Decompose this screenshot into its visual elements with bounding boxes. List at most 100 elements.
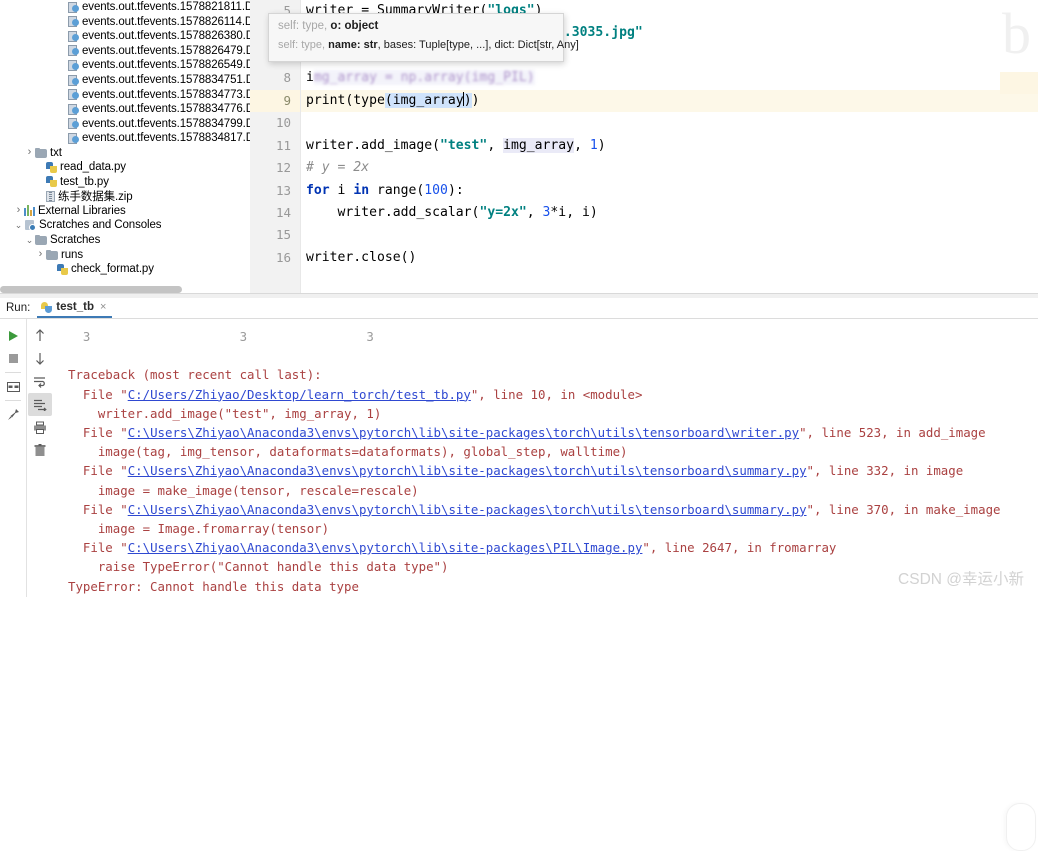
print-icon[interactable] [28,416,52,439]
tree-item-label: External Libraries [38,204,126,217]
tree-item[interactable]: › External Libraries [0,204,250,219]
restore-layout-button[interactable] [1,375,25,398]
console-line: 3 3 3 [68,327,1038,346]
code-line-9[interactable]: print(type(img_array)) [301,89,1038,113]
console-output[interactable]: 3 3 3 Traceback (most recent call last):… [52,319,1038,597]
console-text: File " [68,501,128,517]
code-line-8[interactable]: img_array = np.array(img_PIL) [301,67,1038,89]
tooltip-row-1-prefix: self: type, [278,20,328,32]
up-stack-trace-icon[interactable] [28,324,52,347]
tree-item[interactable]: events.out.tfevents.1578826479.DESKTOP-8… [0,44,250,59]
tree-item-label: events.out.tfevents.1578834751.DESKTOP-8… [82,74,250,86]
code-line-10[interactable] [301,112,1038,134]
tree-item-label: events.out.tfevents.1578821811.DESKTOP-8… [82,1,250,14]
console-file-link[interactable]: C:\Users\Zhiyao\Anaconda3\envs\pytorch\l… [128,540,643,555]
tree-item[interactable]: events.out.tfevents.1578834776.DESKTOP-8… [0,102,250,117]
run-toolbar-primary[interactable] [0,319,26,597]
console-text: File " [68,425,128,441]
chevron-twisty-icon[interactable]: › [35,249,46,260]
rerun-button[interactable] [1,324,25,347]
scratches-icon [24,219,36,231]
soft-wrap-icon[interactable] [28,370,52,393]
code-line-15[interactable] [301,224,1038,246]
console-line: writer.add_image("test", img_array, 1) [68,404,1038,423]
tree-item[interactable]: ⌄ Scratches [0,233,250,248]
close-icon[interactable]: × [100,301,106,313]
tree-item[interactable]: check_format.py [0,262,250,277]
chevron-twisty-icon[interactable]: › [24,147,35,158]
tree-item[interactable]: events.out.tfevents.1578826549.DESKTOP-8… [0,58,250,73]
chevron-twisty-icon[interactable]: › [13,205,24,216]
tfevents-file-icon [68,59,79,71]
tfevents-file-icon [68,30,79,42]
console-file-link[interactable]: C:\Users\Zhiyao\Anaconda3\envs\pytorch\l… [128,463,807,478]
code-line-16[interactable]: writer.close() [301,247,1038,269]
tfevents-file-icon [68,89,79,101]
tree-item[interactable]: events.out.tfevents.1578834751.DESKTOP-8… [0,73,250,88]
console-file-link[interactable]: C:/Users/Zhiyao/Desktop/learn_torch/test… [128,387,471,402]
tree-item[interactable]: events.out.tfevents.1578821811.DESKTOP-8… [0,0,250,15]
rounded-watermark-shape [1006,803,1036,851]
code-line-13[interactable]: for i in range(100): [301,180,1038,202]
clear-all-trash-icon[interactable] [28,439,52,462]
tree-item-label: read_data.py [60,161,126,174]
console-file-link[interactable]: C:\Users\Zhiyao\Anaconda3\envs\pytorch\l… [128,425,799,440]
tree-item-label: events.out.tfevents.1578834776.DESKTOP-8… [82,103,250,116]
tree-item-label: Scratches [50,234,101,247]
tree-item[interactable]: test_tb.py [0,175,250,190]
project-tree-horizontal-scrollbar[interactable] [0,286,182,293]
down-stack-trace-icon[interactable] [28,347,52,370]
tree-item[interactable]: events.out.tfevents.1578834799.DESKTOP-8… [0,116,250,131]
code-editor[interactable]: 5678910111213141516 writer = SummaryWrit… [250,0,1038,297]
chevron-twisty-icon[interactable]: ⌄ [13,220,24,230]
run-tab-label: test_tb [56,301,94,313]
tree-item[interactable]: ⌄ Scratches and Consoles [0,218,250,233]
console-line: TypeError: Cannot handle this data type [68,577,1038,596]
console-line: raise TypeError("Cannot handle this data… [68,557,1038,576]
console-line: File "C:\Users\Zhiyao\Anaconda3\envs\pyt… [68,538,1038,557]
project-tree-rows[interactable]: events.out.tfevents.1578821811.DESKTOP-8… [0,0,250,276]
console-text: Traceback (most recent call last): [68,367,322,383]
toolbar-divider [5,372,21,373]
line-number: 13 [275,182,291,198]
console-text: ", line 332, in image [806,463,964,479]
run-tab-bar: Run: test_tb × [0,298,1038,319]
console-text: File " [68,463,128,479]
run-toolbar-secondary[interactable] [26,319,52,597]
console-text: image = Image.fromarray(tensor) [68,521,330,537]
console-text: ", line 2647, in fromarray [642,540,837,556]
code-line-11[interactable]: writer.add_image("test", img_array, 1) [301,135,1038,157]
console-line: File "C:\Users\Zhiyao\Anaconda3\envs\pyt… [68,461,1038,480]
tree-item[interactable]: › runs [0,247,250,262]
console-text: ", line 370, in make_image [806,501,1001,517]
console-top-spacer [68,319,1038,327]
stop-button[interactable] [1,347,25,370]
console-file-link[interactable]: C:\Users\Zhiyao\Anaconda3\envs\pytorch\l… [128,502,807,517]
scroll-to-end-icon[interactable] [27,393,52,416]
tree-item[interactable]: events.out.tfevents.1578826380.DESKTOP-8… [0,29,250,44]
code-line-14[interactable]: writer.add_scalar("y=2x", 3*i, i) [301,202,1038,224]
console-lines[interactable]: 3 3 3 Traceback (most recent call last):… [68,327,1038,597]
tfevents-file-icon [68,132,79,144]
tfevents-file-icon [68,103,79,115]
line-number: 9 [250,89,300,113]
run-tab-test-tb[interactable]: test_tb × [37,298,113,318]
tree-item-label: test_tb.py [60,175,109,188]
ide-top-section: events.out.tfevents.1578821811.DESKTOP-8… [0,0,1038,297]
code-line-16-text: writer.close() [306,249,417,265]
tree-item[interactable]: events.out.tfevents.1578826114.DESKTOP-8… [0,15,250,30]
tree-item-label: check_format.py [71,263,154,276]
tree-item[interactable]: events.out.tfevents.1578834773.DESKTOP-8… [0,87,250,102]
tooltip-row-2: self: type, name: str, bases: Tuple[type… [269,37,579,55]
tree-item[interactable]: events.out.tfevents.1578834817.DESKTOP-8… [0,131,250,146]
code-line-12[interactable]: # y = 2x [301,157,1038,179]
console-text: TypeError: Cannot handle this data type [68,578,359,594]
tree-item[interactable]: read_data.py [0,160,250,175]
tree-item[interactable]: › txt [0,145,250,160]
chevron-twisty-icon[interactable]: ⌄ [24,235,35,245]
tree-item[interactable]: 练手数据集.zip [0,189,250,204]
pin-tab-button[interactable] [1,403,25,426]
project-tree-panel[interactable]: events.out.tfevents.1578821811.DESKTOP-8… [0,0,250,297]
python-file-icon [57,263,68,275]
